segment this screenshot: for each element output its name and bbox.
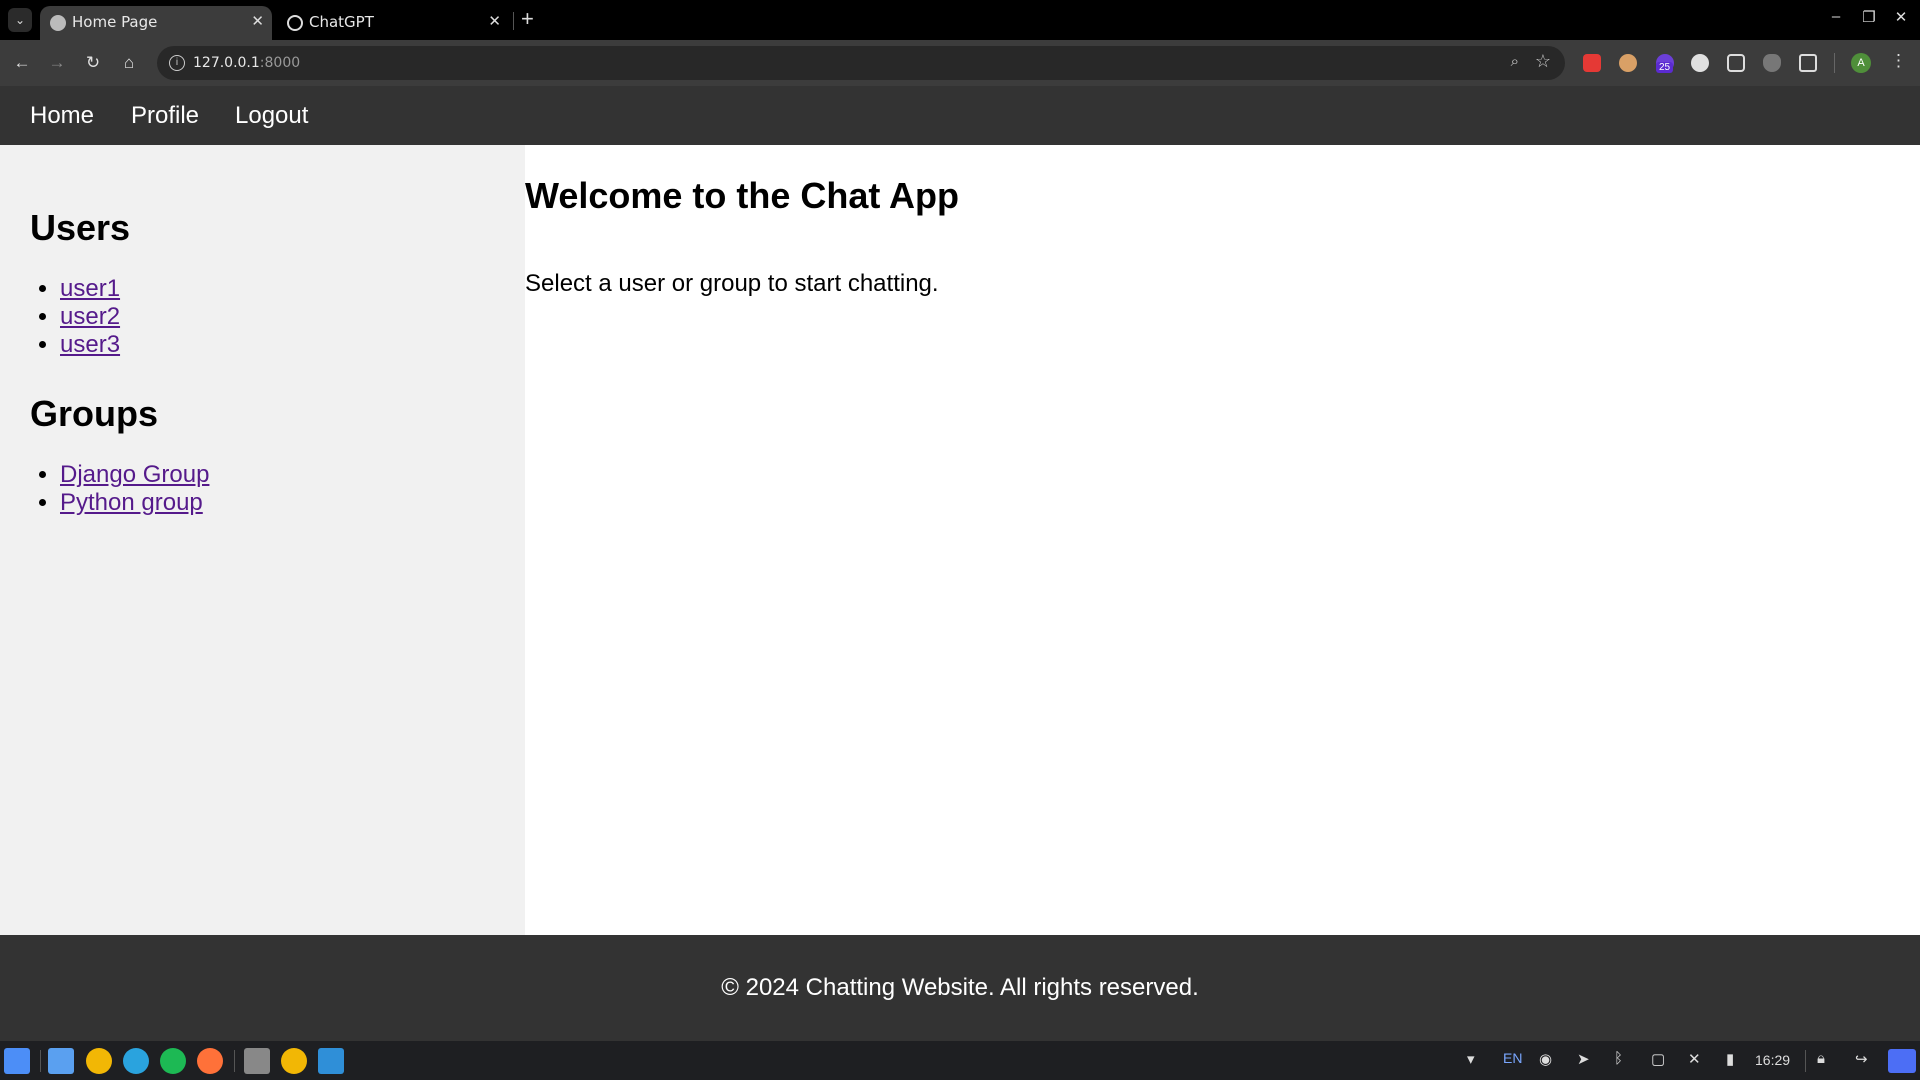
list-item: user1 — [60, 275, 120, 303]
zoom-icon[interactable]: ⌕ — [1511, 53, 1519, 70]
logout-icon[interactable]: ↪ — [1855, 1050, 1868, 1068]
extension-icon[interactable] — [1691, 54, 1709, 72]
restore-icon[interactable]: ❐ — [1857, 8, 1881, 26]
reload-button[interactable]: ↻ — [81, 51, 105, 75]
forward-button[interactable]: → — [45, 51, 69, 75]
page-title: Welcome to the Chat App — [525, 175, 960, 216]
puzzle-icon[interactable] — [1799, 54, 1817, 72]
text-editor-icon[interactable] — [244, 1048, 270, 1074]
site-navbar: Home Profile Logout — [0, 86, 1920, 145]
users-list: user1 user2 user3 — [60, 275, 120, 359]
browser-tab-strip: ⌄ Home Page ✕ ChatGPT ✕ + – ❐ ✕ — [0, 0, 1920, 40]
chrome-icon[interactable] — [281, 1048, 307, 1074]
new-tab-button[interactable]: + — [521, 6, 534, 32]
users-heading: Users — [30, 207, 131, 248]
show-desktop-button[interactable] — [1888, 1049, 1916, 1073]
browser-toolbar: ← → ↻ ⌂ i 127.0.0.1:8000 ⌕ ☆ A ⋮ — [0, 40, 1920, 86]
nav-link-profile[interactable]: Profile — [131, 102, 199, 130]
toolbar-divider — [1834, 53, 1835, 73]
tab-title: ChatGPT — [309, 13, 374, 31]
sidebar: Users user1 user2 user3 Groups Django Gr… — [0, 145, 525, 935]
tab-title: Home Page — [72, 13, 158, 31]
start-menu-icon[interactable] — [4, 1048, 30, 1074]
profile-avatar[interactable]: A — [1851, 53, 1871, 73]
language-indicator[interactable]: EN — [1503, 1050, 1522, 1066]
bluetooth-icon[interactable]: ᛒ — [1614, 1050, 1623, 1067]
user-link[interactable]: user3 — [60, 331, 120, 358]
extension-icon[interactable] — [1619, 54, 1637, 72]
telegram-icon[interactable] — [123, 1048, 149, 1074]
home-button[interactable]: ⌂ — [117, 51, 141, 75]
list-item: user3 — [60, 331, 120, 359]
close-window-icon[interactable]: ✕ — [1889, 8, 1913, 26]
file-manager-icon[interactable] — [48, 1048, 74, 1074]
tab-divider — [513, 12, 514, 30]
lock-icon[interactable]: 🔒︎ — [1817, 1050, 1825, 1067]
list-item: Django Group — [60, 461, 209, 489]
tab-chatgpt[interactable]: ChatGPT ✕ — [277, 6, 509, 40]
chrome-tray-icon[interactable]: ◉ — [1539, 1050, 1552, 1068]
vscode-icon[interactable] — [318, 1048, 344, 1074]
chrome-icon[interactable] — [86, 1048, 112, 1074]
user-link[interactable]: user1 — [60, 275, 120, 302]
site-footer: © 2024 Chatting Website. All rights rese… — [0, 935, 1920, 1041]
list-item: Python group — [60, 489, 209, 517]
close-tab-icon[interactable]: ✕ — [488, 12, 501, 30]
nav-link-home[interactable]: Home — [30, 102, 94, 130]
shield-icon[interactable] — [1763, 54, 1781, 72]
tab-home-page[interactable]: Home Page ✕ — [40, 6, 272, 40]
minimize-icon[interactable]: – — [1824, 8, 1848, 25]
network-icon[interactable]: ▾ — [1467, 1050, 1475, 1068]
back-button[interactable]: ← — [10, 51, 34, 75]
globe-icon — [50, 15, 66, 31]
site-info-icon[interactable]: i — [169, 55, 185, 71]
telegram-tray-icon[interactable]: ➤ — [1577, 1050, 1590, 1068]
extension-icon[interactable] — [1583, 54, 1601, 72]
taskbar: ▾ EN ◉ ➤ ᛒ ▢ ✕ ▮ 16:29 🔒︎ ↪ — [0, 1041, 1920, 1080]
battery-icon[interactable]: ▮ — [1726, 1050, 1734, 1068]
more-menu-icon[interactable]: ⋮ — [1890, 51, 1907, 71]
volume-muted-icon[interactable]: ✕ — [1688, 1050, 1701, 1068]
address-bar[interactable]: i 127.0.0.1:8000 ⌕ ☆ — [157, 46, 1565, 80]
close-tab-icon[interactable]: ✕ — [251, 12, 264, 30]
chatgpt-icon — [287, 15, 303, 31]
url-text[interactable]: 127.0.0.1:8000 — [193, 55, 300, 71]
clipboard-icon[interactable]: ▢ — [1651, 1050, 1665, 1068]
groups-heading: Groups — [30, 393, 159, 434]
groups-list: Django Group Python group — [60, 461, 209, 517]
spotify-icon[interactable] — [160, 1048, 186, 1074]
taskbar-divider — [40, 1050, 41, 1072]
user-link[interactable]: user2 — [60, 303, 120, 330]
list-item: user2 — [60, 303, 120, 331]
bookmark-star-icon[interactable]: ☆ — [1535, 51, 1551, 72]
extension-icon[interactable] — [1727, 54, 1745, 72]
web-page: Home Profile Logout Users user1 user2 us… — [0, 86, 1920, 1041]
tab-search-button[interactable]: ⌄ — [8, 8, 32, 32]
group-link[interactable]: Python group — [60, 489, 203, 516]
nav-link-logout[interactable]: Logout — [235, 102, 308, 130]
taskbar-divider — [234, 1050, 235, 1072]
clock[interactable]: 16:29 — [1755, 1052, 1790, 1068]
group-link[interactable]: Django Group — [60, 461, 209, 488]
page-subtitle: Select a user or group to start chatting… — [525, 270, 939, 297]
extension-badge: 25 — [1656, 62, 1674, 73]
taskbar-divider — [1805, 1050, 1806, 1072]
firefox-icon[interactable] — [197, 1048, 223, 1074]
